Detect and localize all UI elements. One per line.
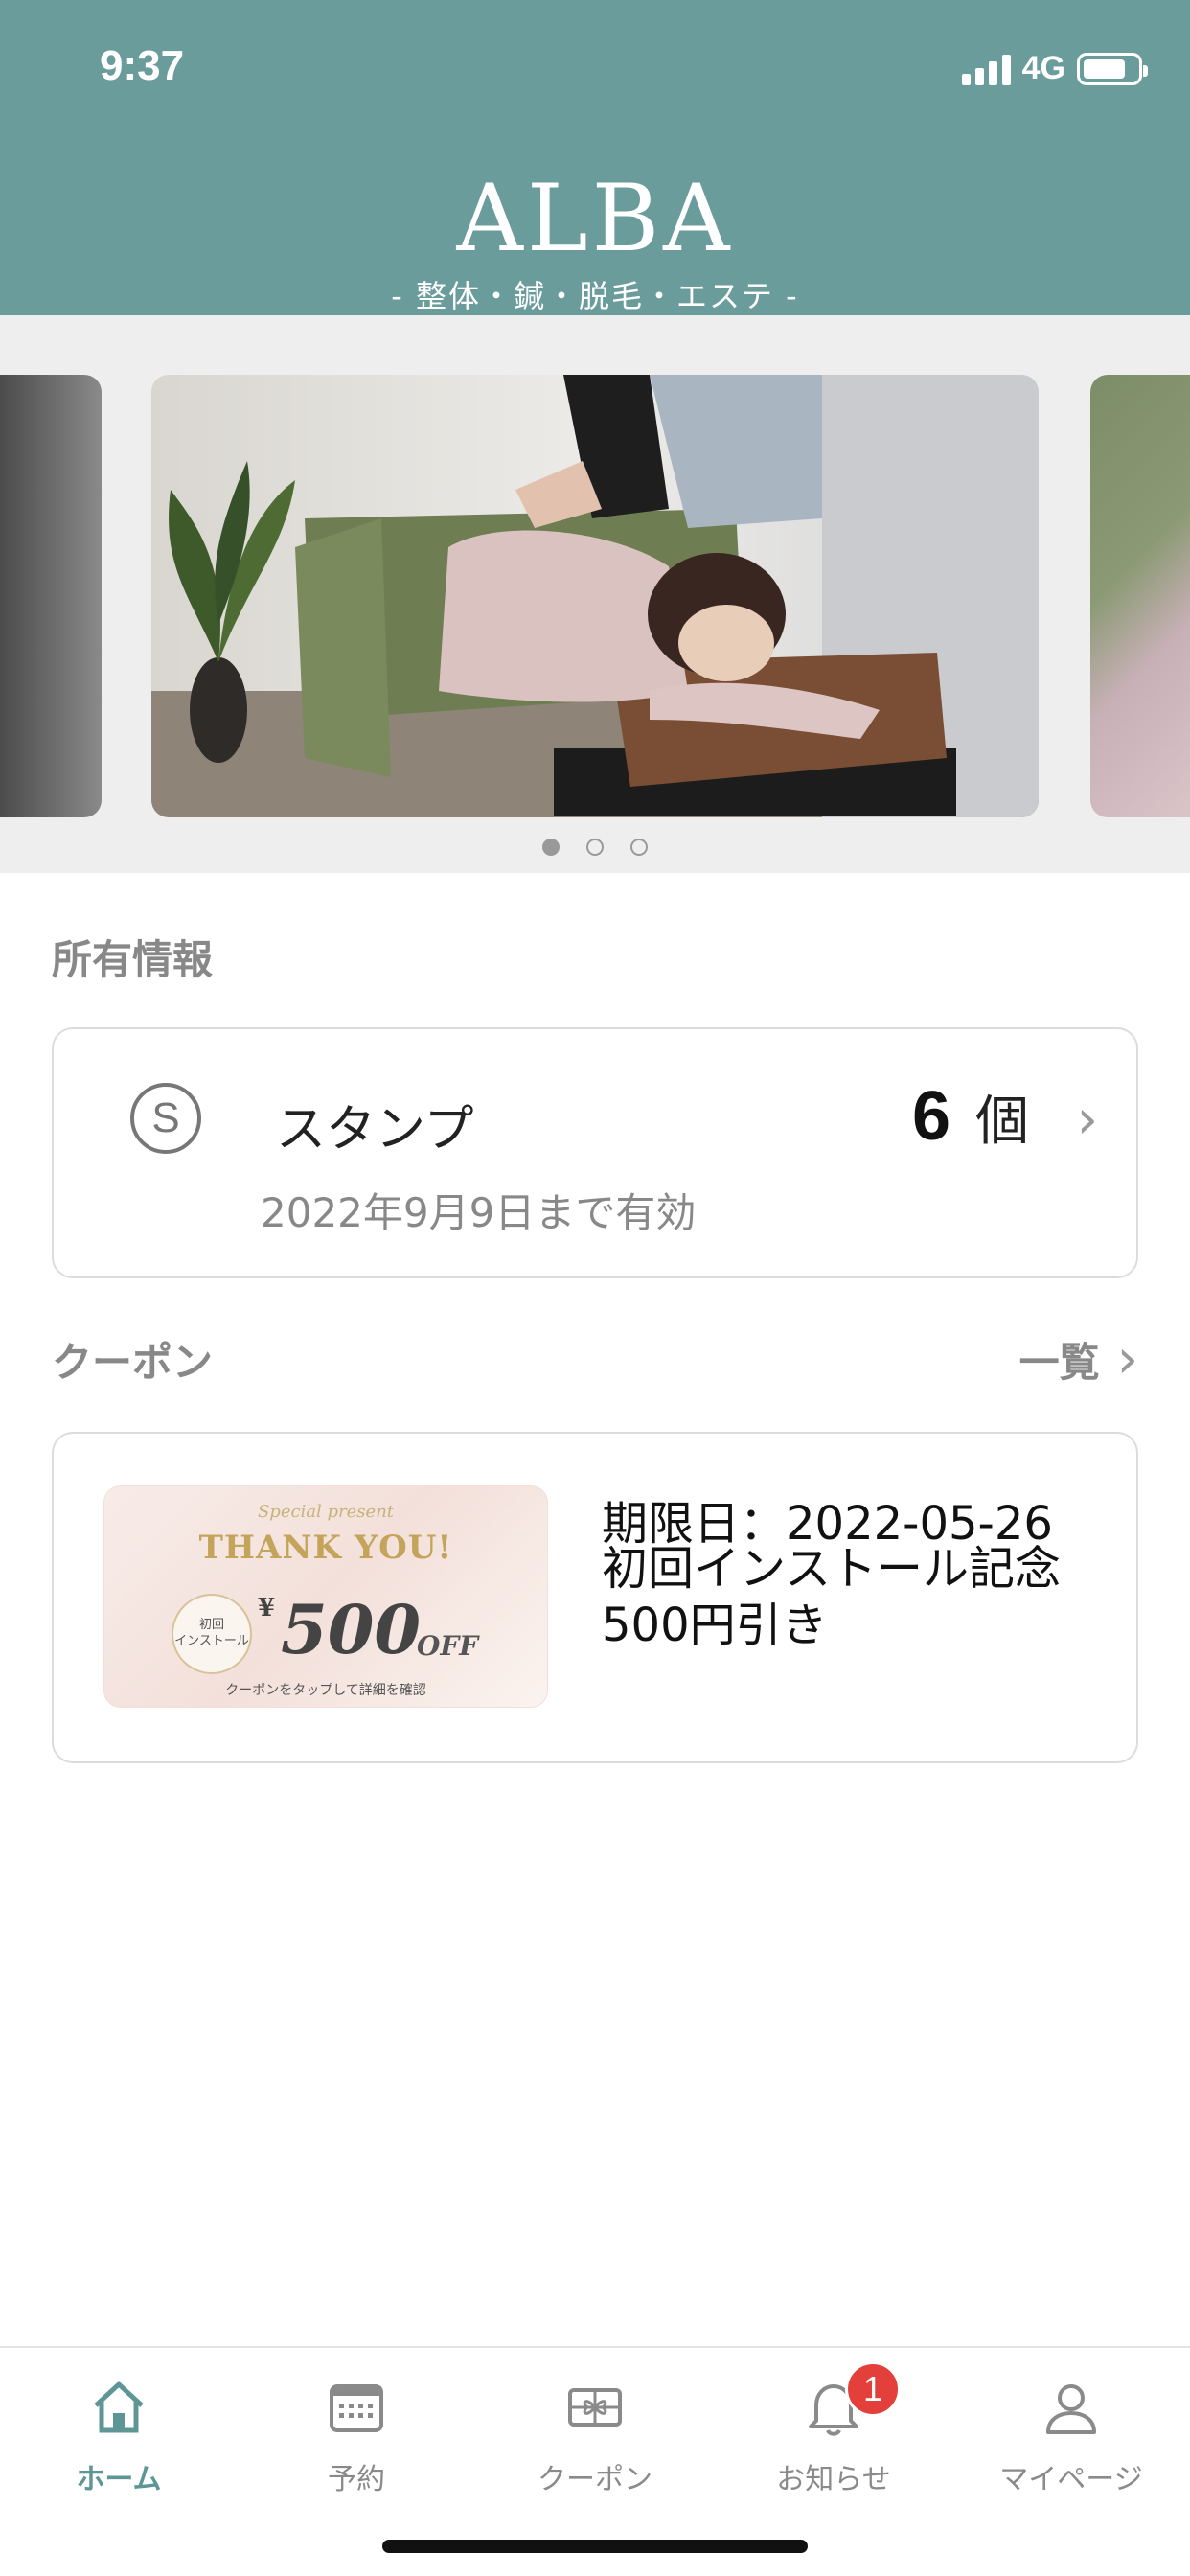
chevron-right-icon: ›	[1076, 1089, 1098, 1151]
tab-label: クーポン	[538, 2463, 652, 2496]
notification-badge: 1	[845, 2361, 901, 2417]
stamp-count-unit: 個	[975, 1091, 1029, 1153]
carousel-slide-next[interactable]	[1090, 375, 1190, 817]
carousel-dot[interactable]	[586, 839, 604, 856]
carousel-slide-main[interactable]	[151, 375, 1039, 817]
carousel-dot[interactable]	[542, 839, 560, 856]
carousel-dot[interactable]	[630, 839, 648, 856]
battery-icon	[1077, 52, 1148, 85]
app-header: 9:37 4G ALBA - 整体・鍼・脱毛・エステ -	[0, 0, 1190, 315]
tab-notifications[interactable]: 1 お知らせ	[738, 2361, 929, 2497]
coupon-image-badge: 初回 インストール	[172, 1594, 252, 1674]
calendar-icon	[261, 2367, 452, 2448]
brand-tagline: - 整体・鍼・脱毛・エステ -	[391, 278, 799, 314]
stamp-count-number: 6	[911, 1078, 950, 1155]
image-carousel[interactable]	[0, 315, 1190, 873]
coupon-section-title: クーポン	[52, 1339, 214, 1386]
coupon-image-amount: 500	[281, 1590, 422, 1669]
owned-info-title: 所有情報	[52, 936, 214, 983]
stamp-validity: 2022年9月9日まで有効	[261, 1189, 697, 1236]
coupon-badge-line2: インストール	[174, 1634, 249, 1648]
coupon-title: 初回インストール記念500円引き	[602, 1542, 1062, 1652]
coupon-list-label: 一覧	[1018, 1339, 1100, 1386]
massage-photo	[151, 375, 1039, 817]
bell-icon: 1	[738, 2361, 929, 2448]
carousel-slide-prev[interactable]	[0, 375, 102, 817]
coupon-image-note: クーポンをタップして詳細を確認	[225, 1683, 426, 1698]
coupon-icon	[499, 2367, 691, 2448]
stamp-icon: S	[130, 1083, 201, 1154]
coupon-card[interactable]: Special present THANK YOU! 初回 インストール ¥ 5…	[52, 1432, 1138, 1763]
signal-icon	[961, 53, 1011, 85]
stamp-count: 6 個	[912, 1077, 1029, 1156]
status-indicators: 4G	[961, 50, 1148, 87]
tab-reservation[interactable]: 予約	[261, 2367, 452, 2497]
tab-label: 予約	[328, 2463, 385, 2496]
tab-mypage[interactable]: マイページ	[975, 2367, 1167, 2497]
coupon-image-yen: ¥	[258, 1594, 276, 1622]
coupon-list-link[interactable]: 一覧 ›	[1019, 1330, 1138, 1389]
tab-label: マイページ	[999, 2463, 1143, 2496]
brand-logo: ALBA	[456, 165, 734, 272]
network-label: 4G	[1021, 50, 1065, 86]
stamp-label: スタンプ	[276, 1101, 474, 1159]
coupon-image-off: OFF	[417, 1630, 479, 1662]
tab-home[interactable]: ホーム	[23, 2367, 215, 2497]
tab-label: ホーム	[76, 2463, 162, 2496]
person-icon	[975, 2367, 1167, 2448]
coupon-image-special: Special present	[257, 1502, 395, 1522]
home-icon	[23, 2367, 215, 2448]
coupon-image: Special present THANK YOU! 初回 インストール ¥ 5…	[103, 1485, 548, 1708]
coupon-image-thanks: THANK YOU!	[198, 1529, 453, 1567]
tab-label: お知らせ	[776, 2463, 891, 2496]
coupon-badge-line1: 初回	[198, 1618, 224, 1633]
home-indicator[interactable]	[382, 2540, 808, 2553]
chevron-right-icon: ›	[1116, 1327, 1138, 1391]
stamp-card[interactable]: S スタンプ 6 個 › 2022年9月9日まで有効	[52, 1027, 1138, 1278]
carousel-pagination	[0, 839, 1190, 856]
tab-coupon[interactable]: クーポン	[499, 2367, 691, 2497]
status-time: 9:37	[100, 42, 185, 89]
